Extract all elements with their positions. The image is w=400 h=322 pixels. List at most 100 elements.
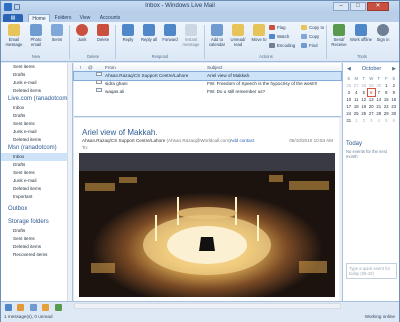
watch-button[interactable]: Watch (269, 33, 289, 40)
maximize-button[interactable]: □ (350, 2, 366, 11)
newsgroups-icon[interactable] (54, 304, 62, 311)
flag-button[interactable]: Flag (269, 24, 286, 31)
folder-account-header[interactable]: Outbox (1, 205, 72, 214)
calendar-day[interactable]: 6 (366, 88, 376, 97)
sign-in-button[interactable]: Sign in (372, 24, 394, 52)
calendar-day[interactable]: 2 (390, 82, 398, 89)
calendar-day[interactable]: 12 (360, 96, 368, 103)
calendar-day[interactable]: 13 (368, 96, 376, 103)
tab-view[interactable]: View (76, 14, 94, 22)
reply-all-button[interactable]: Reply all (138, 24, 160, 52)
mail-icon[interactable] (5, 304, 12, 311)
copy-button[interactable]: Copy (301, 33, 319, 40)
folder-item[interactable]: Important (1, 193, 72, 201)
folder-item[interactable]: Deleted items (1, 243, 72, 251)
calendar-day[interactable]: 25 (353, 110, 361, 117)
calendar-day[interactable]: 14 (375, 96, 383, 103)
calendar-day[interactable]: 17 (345, 103, 353, 110)
items-button[interactable]: Items (46, 24, 68, 52)
folder-item[interactable]: Sent items (1, 63, 72, 71)
folder-item[interactable]: Deleted items (1, 185, 72, 193)
calendar-day[interactable]: 1 (383, 82, 391, 89)
calendar-day[interactable]: 10 (345, 96, 353, 103)
folder-item[interactable]: Drafts (1, 161, 72, 169)
folder-item[interactable]: Drafts (1, 112, 72, 120)
calendar-day[interactable]: 20 (368, 103, 376, 110)
folder-item[interactable]: Deleted items (1, 87, 72, 95)
prev-month-icon[interactable]: ◀ (347, 65, 351, 73)
folder-account-header[interactable]: Storage folders (1, 218, 72, 227)
calendar-day[interactable]: 23 (390, 103, 398, 110)
calendar-day[interactable]: 3 (368, 117, 376, 124)
calendar-day[interactable]: 9 (390, 89, 398, 96)
email-message-button[interactable]: Email message (3, 24, 25, 52)
work-offline-button[interactable]: Work offline (350, 24, 372, 52)
send-receive-button[interactable]: Send/ Receive (328, 24, 350, 52)
app-icon[interactable] (4, 3, 12, 11)
calendar-day[interactable]: 3 (345, 89, 353, 96)
calendar-day[interactable]: 15 (383, 96, 391, 103)
file-menu-tab[interactable]: ▤ (3, 14, 23, 22)
folder-item[interactable]: Sent items (1, 235, 72, 243)
junk-button[interactable]: Junk (71, 24, 93, 52)
calendar-day[interactable]: 27 (353, 82, 361, 89)
calendar-day[interactable]: 18 (353, 103, 361, 110)
message-row[interactable]: waqas ali FW: Do u still remember us? (74, 88, 341, 96)
calendar-day[interactable]: 28 (375, 110, 383, 117)
tab-folders[interactable]: Folders (52, 14, 74, 22)
calendar-day[interactable]: 26 (345, 82, 353, 89)
unread-read-button[interactable]: Unread/ read (227, 24, 249, 52)
folder-account-header[interactable]: Live.com (ranadotcom) (1, 95, 72, 104)
calendar-day[interactable]: 5 (360, 89, 368, 96)
folder-item[interactable]: Drafts (1, 71, 72, 79)
move-to-button[interactable]: Move to (248, 24, 270, 52)
folder-item[interactable]: Deleted items (1, 136, 72, 144)
calendar-day[interactable]: 29 (368, 82, 376, 89)
folder-account-header[interactable]: Msn (ranadotcom) (1, 144, 72, 153)
calendar-day[interactable]: 28 (360, 82, 368, 89)
calendar-day[interactable]: 19 (360, 103, 368, 110)
folder-item[interactable]: Sent items (1, 120, 72, 128)
folder-item[interactable]: Junk e-mail (1, 177, 72, 185)
calendar-day[interactable]: 2 (360, 117, 368, 124)
add-to-calendar-button[interactable]: Add to calendar (206, 24, 228, 52)
folder-item[interactable]: Drafts (1, 227, 72, 235)
calendar-day[interactable]: 30 (390, 110, 398, 117)
find-button[interactable]: Find (301, 42, 318, 49)
calendar-day[interactable]: 5 (383, 117, 391, 124)
calendar-day[interactable]: 8 (383, 89, 391, 96)
delete-button[interactable]: Delete (92, 24, 114, 52)
calendar-day[interactable]: 11 (353, 96, 361, 103)
folder-item[interactable]: Inbox (1, 153, 72, 161)
calendar-day[interactable]: 4 (375, 117, 383, 124)
calendar-day[interactable]: 7 (375, 89, 383, 96)
subject-column-header[interactable]: Subject (207, 65, 222, 70)
calendar-day[interactable]: 30 (375, 82, 383, 89)
minimize-button[interactable]: – (333, 2, 349, 11)
contacts-icon[interactable] (29, 304, 37, 311)
add-contact-link[interactable]: Add contact (230, 138, 254, 143)
from-column-header[interactable]: From (105, 65, 116, 70)
feeds-icon[interactable] (42, 304, 50, 311)
folder-item[interactable]: Sent items (1, 169, 72, 177)
reply-button[interactable]: Reply (117, 24, 139, 52)
photo-email-button[interactable]: Photo email (25, 24, 47, 52)
forward-button[interactable]: Forward (159, 24, 181, 52)
calendar-day[interactable]: 29 (383, 110, 391, 117)
folder-item[interactable]: Inbox (1, 104, 72, 112)
encoding-button[interactable]: Encoding (269, 42, 295, 49)
calendar-day[interactable]: 31 (345, 117, 353, 124)
message-row[interactable]: sidra ghani FW: Freedom of Speech is the … (74, 80, 341, 88)
calendar-day[interactable]: 1 (353, 117, 361, 124)
folder-pane-scrollbar[interactable] (67, 63, 72, 301)
calendar-day[interactable]: 21 (375, 103, 383, 110)
quick-event-field[interactable]: Type a quick event for today (06-10) (346, 263, 397, 279)
calendar-day[interactable]: 6 (390, 117, 398, 124)
calendar-day[interactable]: 22 (383, 103, 391, 110)
calendar-day[interactable]: 16 (390, 96, 398, 103)
message-row[interactable]: Ahsan.Razaq/CS Support Centre/Lahore Arie… (73, 71, 342, 81)
message-list-hscrollbar[interactable] (74, 303, 341, 309)
close-button[interactable]: ✕ (367, 2, 389, 11)
folder-item[interactable]: Junk e-mail (1, 128, 72, 136)
next-month-icon[interactable]: ▶ (392, 65, 396, 73)
